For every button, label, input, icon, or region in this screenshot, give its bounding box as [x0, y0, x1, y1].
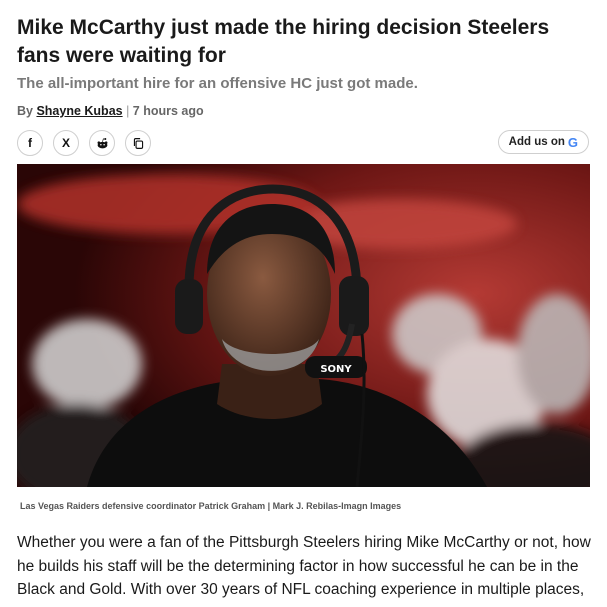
x-share-button[interactable]: X [53, 130, 79, 156]
timestamp: 7 hours ago [132, 104, 204, 118]
byline-separator: | [122, 104, 133, 118]
author-link[interactable]: Shayne Kubas [36, 104, 122, 118]
facebook-share-button[interactable]: f [17, 130, 43, 156]
share-buttons: f X [17, 130, 151, 156]
reddit-share-button[interactable] [89, 130, 115, 156]
article-body-paragraph: Whether you were a fan of the Pittsburgh… [17, 534, 591, 598]
headset-brand-text: SONY [320, 364, 352, 375]
hero-image: SONY [17, 164, 590, 487]
copy-link-button[interactable] [125, 130, 151, 156]
reddit-icon [97, 137, 107, 148]
article-headline: Mike McCarthy just made the hiring decis… [17, 16, 550, 67]
facebook-icon: f [28, 136, 32, 150]
add-us-label: Add us on [508, 136, 565, 148]
copy-link-icon [133, 137, 143, 149]
photo-coach-with-headset: SONY [17, 164, 590, 487]
byline-prefix: By [17, 104, 37, 118]
x-icon: X [61, 136, 70, 150]
add-us-on-google-button[interactable]: Add us on G [497, 130, 589, 154]
article-subheadline: The all-important hire for an offensive … [17, 75, 418, 92]
google-logo-icon: G [567, 134, 578, 150]
byline: By Shayne Kubas | 7 hours ago [17, 103, 204, 119]
image-caption: Las Vegas Raiders defensive coordinator … [20, 501, 402, 511]
